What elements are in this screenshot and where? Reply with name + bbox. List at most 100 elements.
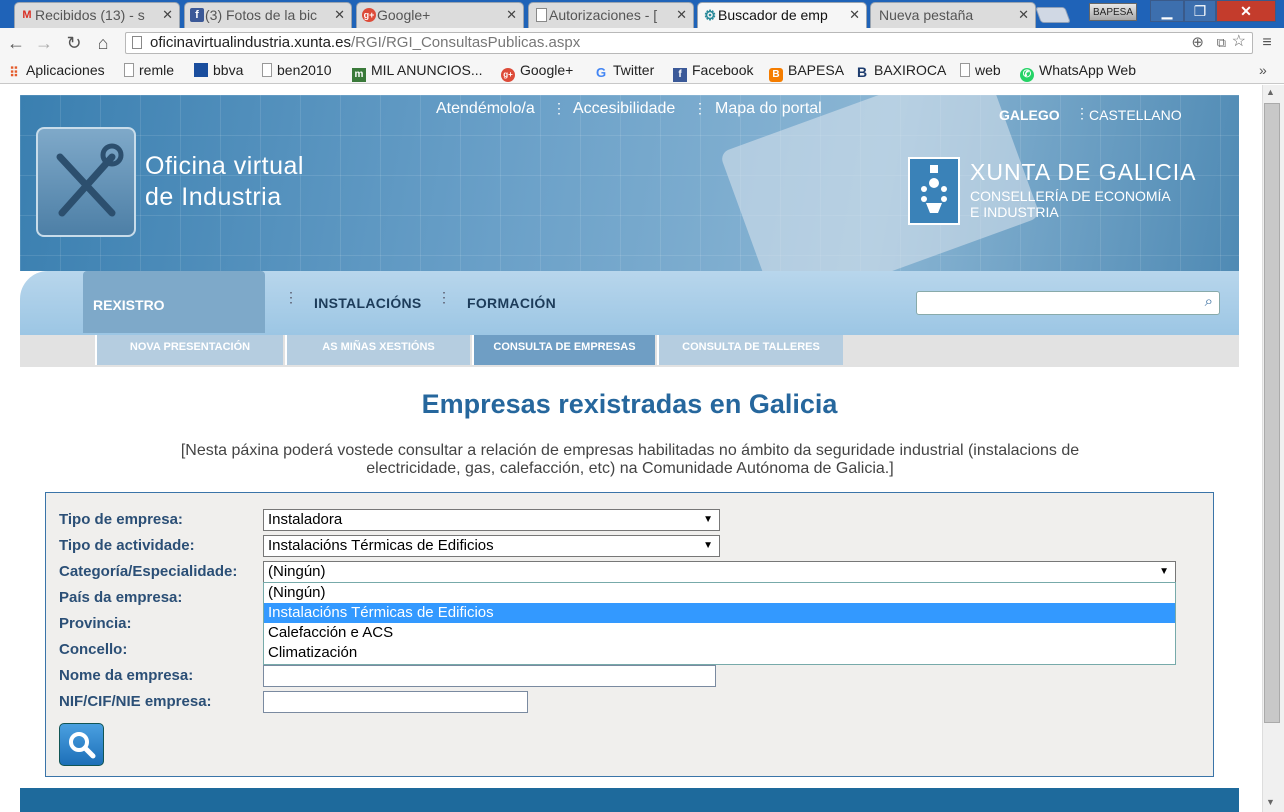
tab-buscador[interactable]: ⚙ Buscador de emp ✕ <box>697 2 867 28</box>
select-categoria[interactable]: (Ningún) ▼ <box>263 561 1176 583</box>
close-icon[interactable]: ✕ <box>162 7 173 23</box>
option-climatizacion[interactable]: Climatización <box>264 643 1175 663</box>
maximize-button[interactable]: ❐ <box>1184 0 1216 22</box>
bookmark-bbva[interactable]: bbva <box>194 61 243 79</box>
m-icon: m <box>352 68 366 82</box>
minimize-button[interactable]: ▁ <box>1150 0 1184 22</box>
scroll-down-icon[interactable]: ▼ <box>1266 797 1275 807</box>
description-line1: [Nesta páxina poderá vostede consultar a… <box>180 442 1080 459</box>
reload-icon[interactable]: ↻ <box>63 31 85 55</box>
submenu-minas-xestions[interactable]: AS MIÑAS XESTIÓNS <box>285 335 470 365</box>
xunta-emblem-icon <box>908 157 960 225</box>
submenu-consulta-talleres[interactable]: CONSULTA DE TALLERES <box>657 335 843 365</box>
address-bar[interactable]: oficinavirtualindustria.xunta.es/RGI/RGI… <box>125 32 1253 54</box>
bookmark-label: Twitter <box>613 62 655 78</box>
bookmark-label: bbva <box>213 62 244 78</box>
zoom-icon[interactable]: ⊕ <box>1191 33 1204 53</box>
separator: ⋮ <box>437 289 451 305</box>
lang-galego[interactable]: GALEGO <box>999 107 1060 123</box>
select-tipo-actividade[interactable]: Instalacións Térmicas de Edificios ▼ <box>263 535 720 557</box>
bookmark-label: ben2010 <box>277 62 332 78</box>
close-icon[interactable]: ✕ <box>849 7 860 23</box>
site-search-input[interactable]: ⌕ <box>916 291 1220 315</box>
bookmark-facebook[interactable]: f Facebook <box>673 61 753 82</box>
input-nome-empresa[interactable] <box>263 665 716 687</box>
page-viewport: Oficina virtual de Industria Atendémolo/… <box>0 85 1262 812</box>
search-button[interactable] <box>59 723 104 766</box>
window-close-button[interactable]: ✕ <box>1216 0 1276 22</box>
new-tab-button[interactable] <box>1035 7 1071 23</box>
link-atendemolo[interactable]: Atendémolo/a <box>436 100 535 118</box>
menu-rexistro[interactable]: REXISTRO <box>83 271 265 333</box>
submenu-nova-presentacion[interactable]: NOVA PRESENTACIÓN <box>95 335 283 365</box>
lang-castellano[interactable]: CASTELLANO <box>1089 107 1182 123</box>
bookmark-web[interactable]: web <box>960 61 1001 79</box>
close-icon[interactable]: ✕ <box>334 7 345 23</box>
tab-nueva[interactable]: Nueva pestaña ✕ <box>870 2 1036 28</box>
gmail-icon: M <box>22 9 32 21</box>
close-icon[interactable]: ✕ <box>676 7 687 23</box>
bookmark-remle[interactable]: remle <box>124 61 174 79</box>
close-icon[interactable]: ✕ <box>1018 7 1029 23</box>
select-value: Instaladora <box>268 511 343 528</box>
bookmark-label: remle <box>139 62 175 78</box>
page-icon <box>124 63 134 77</box>
site-name-line2: de Industria <box>145 183 282 211</box>
forward-icon[interactable]: → <box>33 31 55 55</box>
categoria-dropdown-list: (Ningún) Instalacións Térmicas de Edific… <box>263 582 1176 665</box>
bookmarks-overflow-icon[interactable]: » <box>1259 61 1267 79</box>
back-icon[interactable]: ← <box>5 31 27 55</box>
whatsapp-icon: ✆ <box>1020 68 1034 82</box>
bookmark-aplicaciones[interactable]: ⠿ Aplicaciones <box>7 61 105 80</box>
label-nome-empresa: Nome da empresa: <box>59 667 194 684</box>
bookmark-label: Facebook <box>692 62 754 78</box>
bookmark-ben2010[interactable]: ben2010 <box>262 61 332 79</box>
star-icon[interactable]: ☆ <box>1232 32 1246 52</box>
search-icon[interactable]: ⌕ <box>1205 293 1213 310</box>
bookmark-googleplus[interactable]: g+ Google+ <box>501 61 573 82</box>
home-icon[interactable]: ⌂ <box>92 31 114 55</box>
link-accesibilidade[interactable]: Accesibilidade <box>573 100 675 118</box>
bookmark-label: BAXIROCA <box>874 62 947 78</box>
tab-googleplus[interactable]: g+ Google+ ✕ <box>356 2 524 28</box>
input-nif[interactable] <box>263 691 528 713</box>
page-icon <box>536 8 547 22</box>
tab-gmail[interactable]: M Recibidos (13) - s ✕ <box>14 2 180 28</box>
tab-title: Nueva pestaña <box>879 7 974 23</box>
close-icon[interactable]: ✕ <box>506 7 517 23</box>
separator: ⋮ <box>693 100 707 116</box>
org-name: XUNTA DE GALICIA <box>970 159 1197 185</box>
bookmark-twitter[interactable]: G Twitter <box>594 61 654 80</box>
select-tipo-empresa[interactable]: Instaladora ▼ <box>263 509 720 531</box>
profile-button[interactable]: BAPESA <box>1089 3 1137 21</box>
page-icon <box>132 36 142 49</box>
translate-icon[interactable]: ⧉ <box>1217 33 1226 53</box>
tab-autorizaciones[interactable]: Autorizaciones - [ ✕ <box>528 2 694 28</box>
bookmark-baxiroca[interactable]: B BAXIROCA <box>855 61 946 79</box>
option-calefaccion-acs[interactable]: Calefacción e ACS <box>264 623 1175 643</box>
menu-formacion[interactable]: FORMACIÓN <box>467 295 556 311</box>
separator: ⋮ <box>552 100 566 116</box>
facebook-icon: f <box>190 8 204 22</box>
scrollbar-thumb[interactable] <box>1264 103 1280 723</box>
header-banner: Oficina virtual de Industria Atendémolo/… <box>20 95 1239 271</box>
main-content: Empresas rexistradas en Galicia [Nesta p… <box>20 367 1239 812</box>
option-ningun[interactable]: (Ningún) <box>264 583 1175 603</box>
submenu-consulta-empresas[interactable]: CONSULTA DE EMPRESAS <box>472 335 655 365</box>
bookmark-bapesa[interactable]: B BAPESA <box>769 61 844 82</box>
tab-title: Google+ <box>377 7 431 23</box>
chevron-down-icon: ▼ <box>703 540 713 551</box>
bookmark-label: BAPESA <box>788 62 845 78</box>
bookmark-label: Aplicaciones <box>26 62 105 78</box>
blogger-icon: B <box>769 68 783 82</box>
chevron-down-icon: ▼ <box>703 514 713 525</box>
scroll-up-icon[interactable]: ▲ <box>1266 87 1275 97</box>
bookmark-whatsapp[interactable]: ✆ WhatsApp Web <box>1020 61 1136 82</box>
menu-instalacions[interactable]: INSTALACIÓNS <box>314 295 422 311</box>
menu-icon[interactable]: ≡ <box>1256 31 1278 55</box>
bookmark-milanuncios[interactable]: m MIL ANUNCIOS... <box>352 61 483 82</box>
option-instalacions-termicas[interactable]: Instalacións Térmicas de Edificios <box>264 603 1175 623</box>
link-mapa-portal[interactable]: Mapa do portal <box>715 100 822 118</box>
tab-facebook[interactable]: f (3) Fotos de la bic ✕ <box>184 2 352 28</box>
org-dept-line2: E INDUSTRIA <box>970 204 1059 220</box>
